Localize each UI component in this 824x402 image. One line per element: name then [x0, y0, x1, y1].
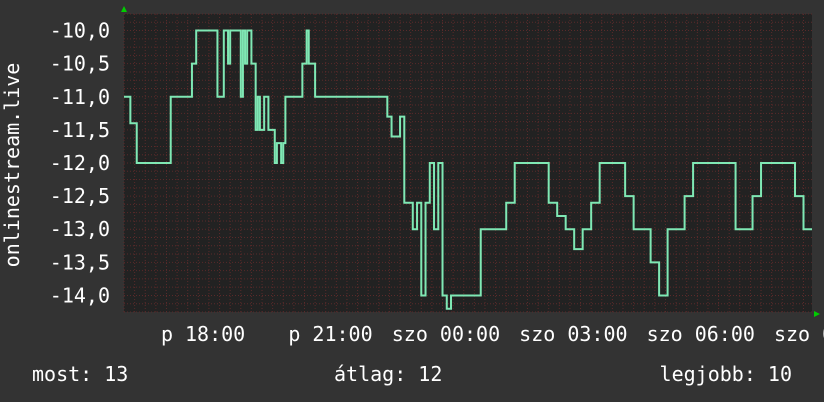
x-tick-label: szo 06:00	[647, 322, 755, 346]
y-tick-label: -11,0	[50, 85, 110, 109]
y-tick-label: -10,5	[50, 52, 110, 76]
y-tick-label: -12,0	[50, 151, 110, 175]
x-axis-arrow-icon	[814, 311, 820, 317]
y-tick-labels: -10,0 -10,5 -11,0 -11,5 -12,0 -12,5 -13,0 -13,5…	[50, 19, 110, 308]
chart: -10,0 -10,5 -11,0 -11,5 -12,0 -12,5 -13,0 -13,5…	[0, 6, 824, 346]
y-tick-label: -12,5	[50, 184, 110, 208]
x-tick-label: p 21:00	[288, 322, 372, 346]
x-tick-label: szo 03:00	[519, 322, 627, 346]
y-tick-label: -14,0	[50, 283, 110, 307]
y-axis-label: onlinestream.live	[0, 63, 24, 268]
x-tick-labels: p 18:00 p 21:00 szo 00:00 szo 03:00 szo 06:0…	[161, 322, 824, 346]
y-tick-label: -13,5	[50, 250, 110, 274]
x-tick-label: p 18:00	[161, 322, 245, 346]
y-tick-label: -10,0	[50, 19, 110, 43]
stat-now: most: 13	[32, 362, 129, 386]
stat-best: legjobb: 10	[659, 362, 792, 386]
x-tick-label: szo 00:00	[392, 322, 500, 346]
y-tick-label: -13,0	[50, 217, 110, 241]
x-tick-label: szo 09:00	[774, 322, 824, 346]
y-tick-label: -11,5	[50, 118, 110, 142]
stat-average: átlag: 12	[334, 362, 443, 386]
y-axis-arrow-icon	[121, 6, 127, 12]
